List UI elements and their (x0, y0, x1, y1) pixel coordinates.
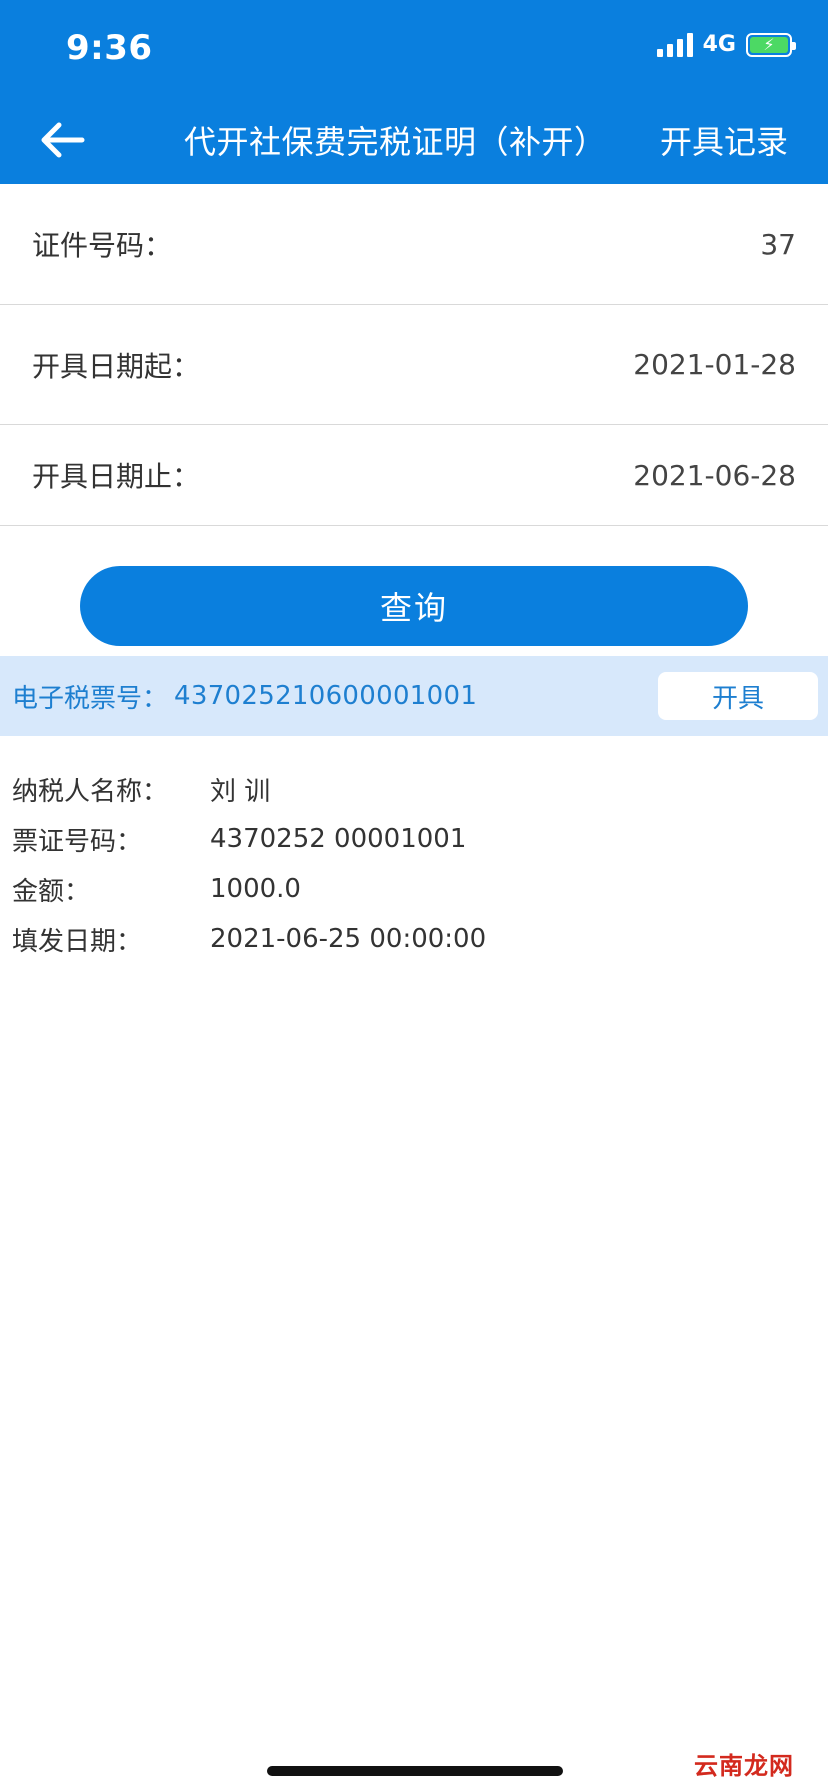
id-number-label: 证件号码： (32, 229, 173, 262)
header-bar: 9:36 4G ⚡ 代开社保费完税证明（补开） 开具记录 (0, 0, 828, 184)
amount-label: 金额： (12, 876, 91, 907)
id-number-row[interactable]: 证件号码： 37 (0, 184, 828, 305)
battery-icon: ⚡ (746, 32, 796, 57)
issue-date-value: 2021-06-25 00:00:00 (210, 924, 487, 954)
issue-button[interactable]: 开具 (658, 672, 818, 720)
detail-row: 票证号码： 4370252 00001001 (12, 814, 816, 864)
status-time: 9:36 (66, 28, 153, 68)
taxpayer-name-value: 刘 训 (210, 776, 271, 807)
end-date-label: 开具日期止： (32, 460, 201, 493)
taxpayer-name-label: 纳税人名称： (12, 776, 169, 807)
app-screen: 9:36 4G ⚡ 代开社保费完税证明（补开） 开具记录 证件号码： 37 开具… (0, 0, 828, 1792)
battery-charging-icon: ⚡ (750, 36, 788, 53)
network-label: 4G (702, 32, 736, 57)
end-date-row[interactable]: 开具日期止： 2021-06-28 (0, 425, 828, 526)
arrow-left-icon (41, 122, 85, 158)
start-date-row[interactable]: 开具日期起： 2021-01-28 (0, 305, 828, 425)
result-details: 纳税人名称： 刘 训 票证号码： 4370252 00001001 金额： 10… (12, 764, 816, 964)
voucher-number-value: 4370252 00001001 (210, 824, 467, 854)
end-date-value: 2021-06-28 (633, 458, 796, 492)
detail-row: 金额： 1000.0 (12, 864, 816, 914)
voucher-number-label: 票证号码： (12, 826, 143, 857)
status-indicators: 4G ⚡ (656, 32, 796, 57)
page-title: 代开社保费完税证明（补开） (184, 123, 607, 161)
home-indicator[interactable] (267, 1766, 563, 1776)
start-date-value: 2021-01-28 (633, 348, 796, 381)
result-header: 电子税票号： 437025210600001001 开具 (0, 656, 828, 736)
amount-value: 1000.0 (210, 874, 301, 904)
detail-row: 纳税人名称： 刘 训 (12, 764, 816, 814)
issue-records-link[interactable]: 开具记录 (660, 117, 788, 163)
watermark-logo: 云南龙网 (694, 1752, 794, 1780)
issue-date-label: 填发日期： (12, 926, 143, 957)
id-number-value: 37 (760, 227, 796, 261)
back-button[interactable] (30, 112, 94, 168)
signal-icon (656, 32, 693, 57)
ticket-number-value: 437025210600001001 (174, 681, 478, 711)
ticket-number-label: 电子税票号： (12, 683, 169, 714)
start-date-label: 开具日期起： (32, 349, 201, 383)
query-button[interactable]: 查询 (80, 566, 748, 646)
detail-row: 填发日期： 2021-06-25 00:00:00 (12, 914, 816, 964)
query-form: 证件号码： 37 开具日期起： 2021-01-28 开具日期止： 2021-0… (0, 184, 828, 526)
